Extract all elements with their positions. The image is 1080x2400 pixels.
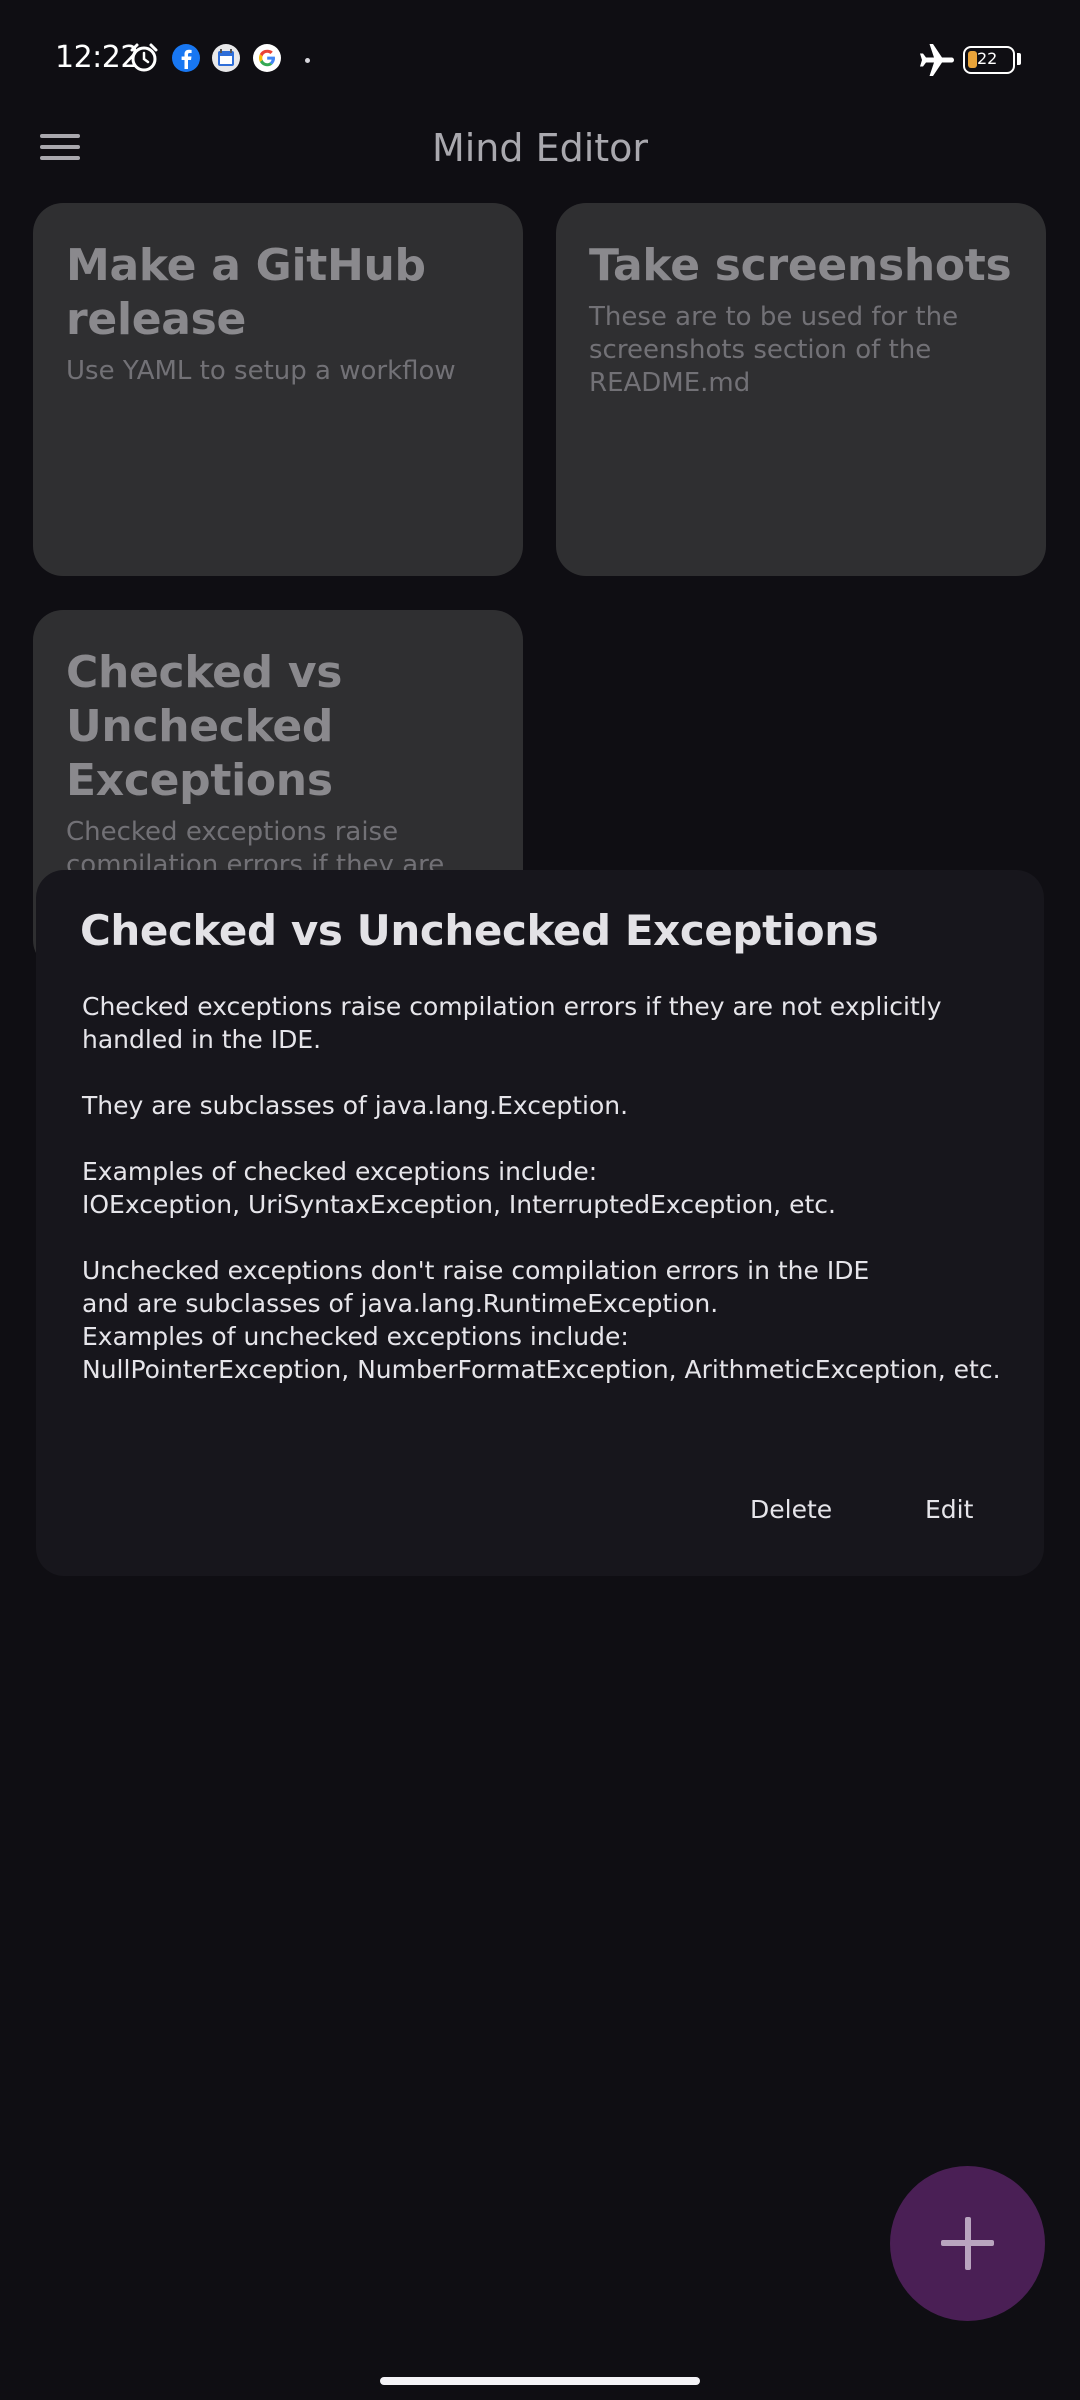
app-title: Mind Editor [431,126,649,170]
note-title: Make a GitHub release [66,240,426,345]
plus-icon-vertical [965,2217,971,2270]
note-body: These are to be used for the screenshots… [589,302,959,398]
note-title: Take screenshots [589,240,1012,291]
note-card[interactable]: Take screenshots These are to be used fo… [556,203,1046,576]
battery-level-text: 22 [977,49,998,68]
note-body: Use YAML to setup a workflow [66,356,456,386]
delete-button[interactable]: Delete [750,1490,832,1530]
note-card[interactable]: Make a GitHub release Use YAML to setup … [33,203,523,576]
google-icon [253,44,281,72]
alarm-icon [130,43,158,72]
status-bar: 12:22 22 [0,0,1080,120]
add-note-button[interactable] [890,2166,1045,2321]
dialog-body: Checked exceptions raise compilation err… [82,992,1001,1384]
note-detail-dialog: Checked vs Unchecked Exceptions Checked … [36,870,1044,1576]
battery-icon: 22 [963,46,1015,74]
home-indicator[interactable] [380,2377,700,2385]
calendar-app-icon [212,44,240,72]
notification-more-dot [305,58,310,63]
battery-level-fill [968,51,977,68]
facebook-icon [172,44,200,72]
status-time: 12:22 [55,40,139,75]
battery-tip [1017,53,1021,65]
note-title: Checked vs Unchecked Exceptions [66,647,343,806]
dialog-title: Checked vs Unchecked Exceptions [80,906,879,955]
airplane-mode-icon [920,44,954,76]
edit-button[interactable]: Edit [925,1490,973,1530]
